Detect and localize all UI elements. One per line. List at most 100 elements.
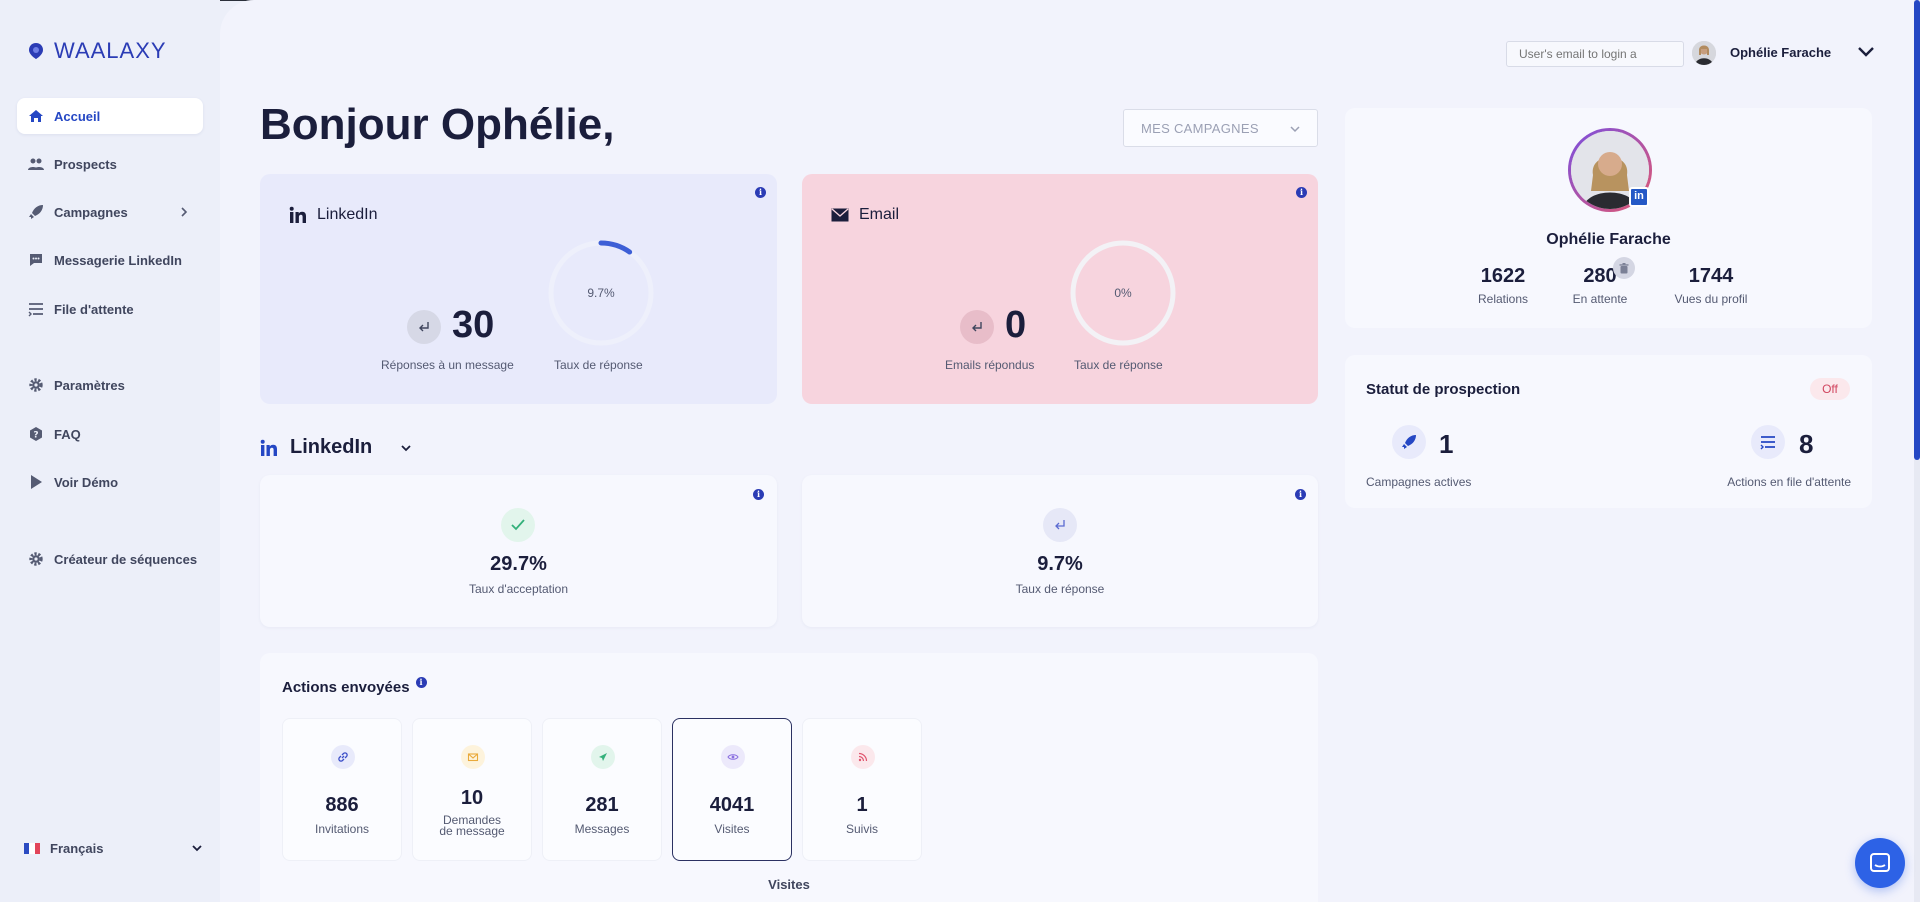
- linkedin-summary-card: LinkedIn i 30 Réponses à un message 9.7%…: [260, 174, 777, 404]
- sidebar-item-label: Accueil: [54, 108, 101, 124]
- support-chat-button[interactable]: [1855, 838, 1905, 888]
- rocket-icon: [1392, 425, 1426, 459]
- brand-logo[interactable]: WAALAXY: [28, 38, 167, 64]
- sidebar-item-label: Voir Démo: [54, 474, 119, 490]
- actions-title-label: Actions envoyées: [282, 679, 410, 696]
- card-title-label: Email: [859, 206, 900, 223]
- status-badge[interactable]: Off: [1810, 378, 1850, 400]
- reply-rate-value: 9.7%: [1037, 553, 1083, 575]
- scrollbar-track[interactable]: [1914, 0, 1920, 902]
- trash-icon[interactable]: [1613, 257, 1635, 279]
- tile-value: 4041: [709, 794, 755, 816]
- sidebar-item-campagnes[interactable]: Campagnes: [17, 194, 203, 230]
- user-name[interactable]: Ophélie Farache: [1730, 45, 1831, 60]
- user-avatar-icon: [1692, 41, 1716, 65]
- linkedin-badge-icon: in: [1629, 187, 1649, 207]
- tile-value: 10: [460, 787, 484, 809]
- sidebar-item-label: File d'attente: [54, 301, 134, 317]
- profile-stat-label: Vues du profil: [1674, 292, 1748, 306]
- check-icon: [501, 508, 535, 542]
- reply-rate-label: Taux de réponse: [1074, 358, 1163, 372]
- reply-rate-card: i 9.7% Taux de réponse: [802, 475, 1318, 627]
- waalaxy-logo-icon: [29, 43, 43, 59]
- active-campaigns-label: Campagnes actives: [1366, 475, 1472, 489]
- linkedin-section-toggle[interactable]: LinkedIn: [260, 436, 414, 459]
- info-icon[interactable]: i: [415, 677, 427, 688]
- action-tile-messages[interactable]: 281 Messages: [542, 718, 662, 861]
- reply-rate-gauge-value: 9.7%: [587, 286, 615, 300]
- page-title: Bonjour Ophélie,: [260, 100, 615, 149]
- sidebar-item-prospects[interactable]: Prospects: [17, 146, 203, 182]
- sidebar-item-label: Paramètres: [54, 377, 125, 393]
- language-label: Français: [50, 840, 104, 856]
- action-tile-message-requests[interactable]: 10 Demandes de message: [412, 718, 532, 861]
- emails-replied-label: Emails répondus: [945, 358, 1035, 372]
- sidebar-item-messagerie[interactable]: Messagerie LinkedIn: [17, 242, 203, 278]
- action-tile-invitations[interactable]: 886 Invitations: [282, 718, 402, 861]
- profile-name: Ophélie Farache: [1546, 231, 1671, 248]
- actions-sent-card: Actions envoyées i 886 Invitations 10 De…: [260, 653, 1318, 902]
- reply-icon: [960, 310, 994, 344]
- info-icon[interactable]: i: [755, 187, 766, 198]
- sidebar-item-createur-sequences[interactable]: Créateur de séquences: [17, 541, 203, 577]
- users-icon: [28, 158, 44, 170]
- status-title: Statut de prospection: [1366, 381, 1521, 398]
- brand-name: WAALAXY: [54, 38, 167, 63]
- card-title: Email: [831, 206, 899, 224]
- queued-actions-value: 8: [1799, 429, 1814, 459]
- svg-text:?: ?: [33, 431, 38, 441]
- action-tile-follows[interactable]: 1 Suivis: [802, 718, 922, 861]
- chevron-right-icon: [181, 207, 188, 217]
- info-icon[interactable]: i: [753, 489, 764, 500]
- replies-count: 30: [452, 304, 495, 346]
- campaigns-dropdown-label: MES CAMPAGNES: [1141, 120, 1259, 136]
- avatar[interactable]: [1692, 41, 1716, 65]
- chat-icon: [30, 254, 42, 266]
- selected-action-label: Visites: [768, 877, 810, 892]
- sidebar-item-label: Campagnes: [54, 204, 128, 220]
- tile-label: Invitations: [314, 822, 370, 836]
- scrollbar-thumb[interactable]: [1914, 0, 1920, 460]
- tile-value: 281: [585, 794, 619, 816]
- sidebar-item-voir-demo[interactable]: Voir Démo: [17, 464, 203, 500]
- info-icon[interactable]: i: [1295, 489, 1306, 500]
- active-campaigns-value: 1: [1439, 429, 1454, 459]
- question-icon: ?: [30, 427, 42, 441]
- sidebar-item-label: Messagerie LinkedIn: [54, 252, 182, 268]
- queue-icon: [1751, 425, 1785, 459]
- profile-card: in Ophélie Farache 1622 Relations 280 En…: [1345, 108, 1872, 328]
- queued-actions-label: Actions en file d'attente: [1727, 475, 1851, 489]
- linkedin-icon: [289, 206, 306, 223]
- sidebar-item-faq[interactable]: ? FAQ: [17, 416, 203, 452]
- sidebar-item-parametres[interactable]: Paramètres: [17, 367, 203, 403]
- reply-icon: [1043, 508, 1077, 542]
- acceptance-rate-value: 29.7%: [490, 553, 547, 575]
- sidebar-item-accueil[interactable]: Accueil: [17, 98, 203, 134]
- reply-rate-gauge-value: 0%: [1114, 286, 1132, 300]
- profile-stat-value: 1622: [1480, 265, 1526, 287]
- rss-icon: [851, 745, 875, 769]
- language-selector[interactable]: Français: [24, 836, 204, 860]
- sidebar-item-file-attente[interactable]: File d'attente: [17, 291, 203, 327]
- envelope-icon: [461, 745, 485, 769]
- chevron-down-icon[interactable]: [1856, 44, 1876, 60]
- user-email-login-input[interactable]: [1506, 41, 1684, 67]
- chevron-down-icon: [1290, 126, 1300, 133]
- linkedin-icon: [260, 439, 277, 456]
- gear-icon: [29, 552, 43, 566]
- french-flag-icon: [24, 842, 40, 854]
- info-icon[interactable]: i: [1296, 187, 1307, 198]
- tile-value: 1: [856, 794, 868, 816]
- card-title-label: LinkedIn: [317, 206, 378, 223]
- section-title: LinkedIn: [290, 436, 373, 458]
- campaigns-dropdown[interactable]: MES CAMPAGNES: [1123, 109, 1318, 147]
- email-summary-card: Email i 0 Emails répondus 0% Taux de rép…: [802, 174, 1318, 404]
- chevron-down-icon: [192, 845, 202, 852]
- home-icon: [29, 110, 43, 122]
- emails-replied-count: 0: [1005, 304, 1027, 346]
- reply-rate-label: Taux de réponse: [554, 358, 643, 372]
- action-tile-visits[interactable]: 4041 Visites: [672, 718, 792, 861]
- sidebar: WAALAXY Accueil Prospects Campagnes Mess…: [0, 0, 220, 902]
- tile-label: Suivis: [845, 822, 878, 836]
- profile-stat-relations: 1622 Relations: [1469, 265, 1537, 306]
